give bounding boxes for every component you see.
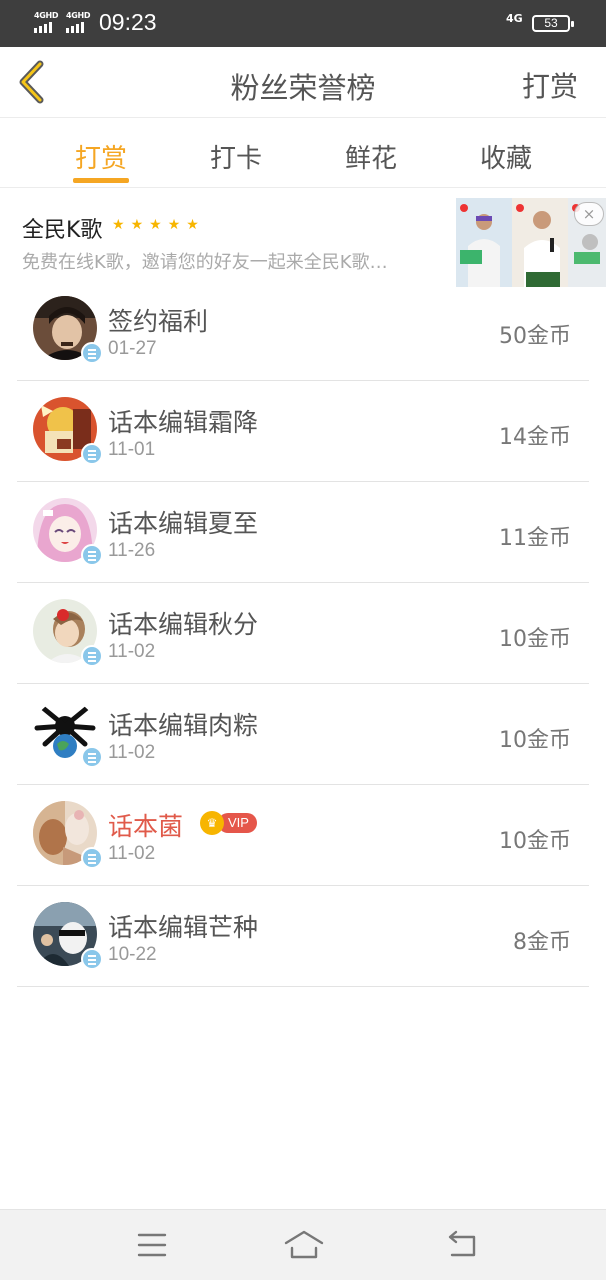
list-item[interactable]: 话本编辑芒种 10-22 8金币 (17, 886, 589, 987)
ad-close-button[interactable]: × (574, 202, 604, 226)
menu-button[interactable] (134, 1228, 170, 1262)
reward-button[interactable]: 打赏 (522, 65, 578, 105)
crown-icon: ♛ (200, 811, 224, 835)
network-type: 4G (506, 12, 523, 25)
supporter-date: 01-27 (108, 338, 157, 359)
supporter-name: 话本编辑肉粽 (108, 711, 259, 740)
header: 粉丝荣誉榜 打赏 (0, 47, 606, 118)
supporter-name: 话本菌 (108, 812, 184, 841)
system-nav-bar (0, 1209, 606, 1280)
supporter-date: 11-02 (108, 843, 156, 864)
level-badge-icon (81, 746, 103, 768)
supporter-date: 10-22 (108, 944, 157, 965)
battery-level: 53 (544, 16, 558, 30)
home-button[interactable] (284, 1228, 324, 1262)
signal-strength-icon: 4GHD (34, 11, 62, 33)
list-item[interactable]: 话本编辑夏至 11-26 11金币 (17, 482, 589, 583)
coin-amount: 10金币 (499, 627, 571, 652)
ad-description: 免费在线K歌，邀请您的好友一起来全民K歌… (22, 252, 388, 273)
vip-badge: ♛ VIP (200, 811, 257, 835)
page-title: 粉丝荣誉榜 (230, 71, 376, 105)
level-badge-icon (81, 342, 103, 364)
supporter-date: 11-02 (108, 742, 156, 763)
tab-favorites[interactable]: 收藏 (451, 138, 561, 175)
return-button[interactable] (444, 1228, 480, 1262)
supporter-name: 话本编辑秋分 (108, 610, 259, 639)
level-badge-icon (81, 443, 103, 465)
list-item[interactable]: 话本编辑秋分 11-02 10金币 (17, 583, 589, 684)
ad-banner[interactable]: 全民K歌 ★ ★ ★ ★ ★ 免费在线K歌，邀请您的好友一起来全民K歌… × (0, 190, 606, 290)
tab-bar: 打赏 打卡 鲜花 收藏 (0, 118, 606, 188)
coin-amount: 11金币 (499, 526, 571, 551)
coin-amount: 14金币 (499, 425, 571, 450)
menu-icon (137, 1233, 167, 1257)
star-icon: ★ (130, 217, 144, 233)
status-bar: 4GHD 4GHD 09:23 4G 53 (0, 0, 606, 47)
signal-label: 4GHD (34, 11, 59, 20)
coin-amount: 50金币 (499, 324, 571, 349)
supporter-name: 话本编辑霜降 (108, 408, 259, 437)
star-icon: ★ (149, 217, 162, 233)
supporter-name: 话本编辑芒种 (108, 913, 259, 942)
home-icon (284, 1230, 324, 1259)
battery-icon: 53 (532, 15, 574, 32)
active-tab-indicator (73, 178, 129, 183)
tab-reward[interactable]: 打赏 (46, 138, 156, 175)
supporter-name: 签约福利 (108, 307, 209, 336)
level-badge-icon (81, 645, 103, 667)
coin-amount: 10金币 (499, 728, 571, 753)
star-icon: ★ (186, 217, 199, 233)
list-item[interactable]: 话本菌 ♛ VIP 11-02 10金币 (17, 785, 589, 886)
coin-amount: 10金币 (499, 829, 571, 854)
star-icon: ★ (167, 217, 181, 233)
supporter-list: 签约福利 01-27 50金币 话本编辑霜降 11-01 14金币 话本编辑夏至… (17, 280, 589, 987)
star-icon: ★ (112, 217, 125, 233)
tab-flowers[interactable]: 鲜花 (316, 138, 426, 175)
tab-checkin[interactable]: 打卡 (181, 138, 291, 175)
level-badge-icon (81, 948, 103, 970)
supporter-date: 11-26 (108, 540, 156, 561)
list-item[interactable]: 话本编辑霜降 11-01 14金币 (17, 381, 589, 482)
list-item[interactable]: 签约福利 01-27 50金币 (17, 280, 589, 381)
coin-amount: 8金币 (513, 930, 571, 955)
ad-rating: ★ ★ ★ ★ ★ (112, 218, 199, 232)
level-badge-icon (81, 847, 103, 869)
ad-title: 全民K歌 (22, 218, 103, 243)
return-icon (448, 1230, 476, 1257)
supporter-date: 11-02 (108, 641, 156, 662)
status-time: 09:23 (99, 9, 157, 35)
level-badge-icon (81, 544, 103, 566)
supporter-name: 话本编辑夏至 (108, 509, 259, 538)
signal-label: 4GHD (66, 11, 91, 20)
signal-strength-icon: 4GHD (66, 11, 94, 33)
list-item[interactable]: 话本编辑肉粽 11-02 10金币 (17, 684, 589, 785)
supporter-date: 11-01 (108, 439, 156, 460)
